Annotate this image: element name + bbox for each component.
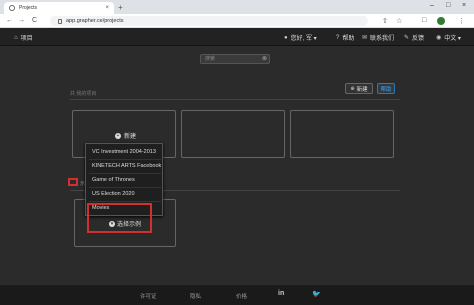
linkedin-icon[interactable]: in bbox=[278, 290, 284, 297]
new-project-button[interactable]: ⊕ 新建 bbox=[345, 83, 373, 94]
footer-pricing-link[interactable]: 价格 bbox=[236, 292, 247, 300]
browser-tab[interactable]: Projects × bbox=[4, 2, 114, 14]
browser-addressbar: ← → C app.grapher.ce/projects ⇧ ☆ □ ⋮ bbox=[0, 14, 474, 28]
nav-feedback-label: 反馈 bbox=[412, 36, 425, 42]
maximize-button[interactable]: □ bbox=[446, 2, 450, 9]
share-icon[interactable]: ⇧ bbox=[382, 17, 388, 25]
section-divider bbox=[70, 99, 400, 100]
mail-icon: ✉ bbox=[362, 35, 368, 41]
dropdown-item[interactable]: KINETECH ARTS Facebook bbox=[92, 163, 161, 169]
nav-contact-label: 联系我们 bbox=[370, 36, 395, 42]
nav-help-label: 帮助 bbox=[342, 36, 355, 42]
project-card-empty[interactable] bbox=[181, 110, 285, 158]
close-tab-icon[interactable]: × bbox=[105, 5, 109, 11]
help-icon: ? bbox=[336, 34, 340, 41]
user-icon: ● bbox=[284, 34, 288, 41]
nav-language[interactable]: ◉ 中文 ▾ bbox=[436, 33, 461, 42]
window-close-button[interactable]: × bbox=[462, 2, 466, 9]
reload-button[interactable]: C bbox=[32, 17, 37, 24]
chevron-down-icon: ▾ bbox=[109, 220, 115, 227]
nav-user-menu[interactable]: ● 您好, 军 ▾ bbox=[284, 33, 317, 43]
extension-icon[interactable]: □ bbox=[422, 17, 426, 24]
url-text: app.grapher.ce/projects bbox=[66, 18, 124, 24]
nav-feedback[interactable]: ✎ 反馈 bbox=[404, 33, 424, 42]
plus-icon: ⊕ bbox=[350, 85, 355, 92]
nav-user-label: 您好, 军 ▾ bbox=[290, 36, 317, 42]
home-icon: ⌂ bbox=[14, 34, 18, 41]
new-tab-button[interactable]: + bbox=[118, 3, 123, 12]
footer-license-link[interactable]: 许可证 bbox=[140, 292, 157, 300]
twitter-icon[interactable]: 🐦 bbox=[312, 290, 321, 298]
choose-example-label: 选择示例 bbox=[117, 222, 142, 228]
nav-help[interactable]: ? 帮助 bbox=[336, 33, 355, 43]
back-button[interactable]: ← bbox=[6, 17, 13, 24]
examples-highlight-box bbox=[68, 178, 78, 186]
url-field[interactable]: app.grapher.ce/projects bbox=[50, 16, 368, 26]
minimize-button[interactable]: – bbox=[430, 2, 434, 9]
highlight-box bbox=[87, 203, 152, 233]
browser-tabbar: Projects × + – □ × bbox=[0, 0, 474, 14]
dropdown-divider bbox=[89, 173, 161, 174]
dropdown-item[interactable]: VC Investment 2004-2013 bbox=[92, 149, 156, 155]
browser-menu-icon[interactable]: ⋮ bbox=[458, 17, 465, 25]
star-icon[interactable]: ☆ bbox=[396, 17, 402, 25]
dropdown-divider bbox=[89, 201, 161, 202]
footer-privacy-link[interactable]: 隐私 bbox=[190, 292, 201, 300]
nav-language-label: 中文 ▾ bbox=[444, 36, 461, 42]
search-input[interactable]: 搜索 bbox=[200, 54, 270, 64]
new-project-card-label[interactable]: + 新建 bbox=[115, 131, 136, 140]
nav-home[interactable]: ⌂ 项目 bbox=[14, 33, 33, 43]
dropdown-item[interactable]: US Election 2020 bbox=[92, 191, 135, 197]
globe-icon: ◉ bbox=[436, 35, 442, 41]
lock-icon bbox=[58, 18, 62, 24]
dropdown-divider bbox=[89, 159, 161, 160]
clear-search-icon[interactable]: ⊗ bbox=[262, 55, 267, 62]
profile-avatar[interactable] bbox=[437, 17, 445, 25]
app-navbar: ⌂ 项目 ● 您好, 军 ▾ ? 帮助 ✉ 联系我们 ✎ 反馈 ◉ 中文 ▾ bbox=[0, 28, 474, 46]
help-button[interactable]: 帮助 bbox=[377, 83, 395, 94]
forward-button[interactable]: → bbox=[18, 17, 25, 24]
plus-circle-icon: + bbox=[115, 132, 121, 139]
tab-title: Projects bbox=[19, 5, 38, 11]
new-card-text: 新建 bbox=[124, 134, 137, 140]
choose-example-button[interactable]: ▾ 选择示例 bbox=[109, 219, 141, 228]
feedback-icon: ✎ bbox=[404, 35, 410, 41]
dropdown-item[interactable]: Game of Thrones bbox=[92, 177, 135, 183]
nav-home-label: 项目 bbox=[20, 36, 33, 42]
project-card-empty[interactable] bbox=[290, 110, 394, 158]
section-title: 共 我的项目 bbox=[70, 91, 97, 97]
nav-contact[interactable]: ✉ 联系我们 bbox=[362, 33, 394, 42]
dropdown-divider bbox=[89, 187, 161, 188]
favicon-icon bbox=[9, 5, 15, 11]
new-project-label: 新建 bbox=[356, 86, 368, 93]
footer: 许可证 隐私 价格 in 🐦 bbox=[0, 285, 474, 305]
